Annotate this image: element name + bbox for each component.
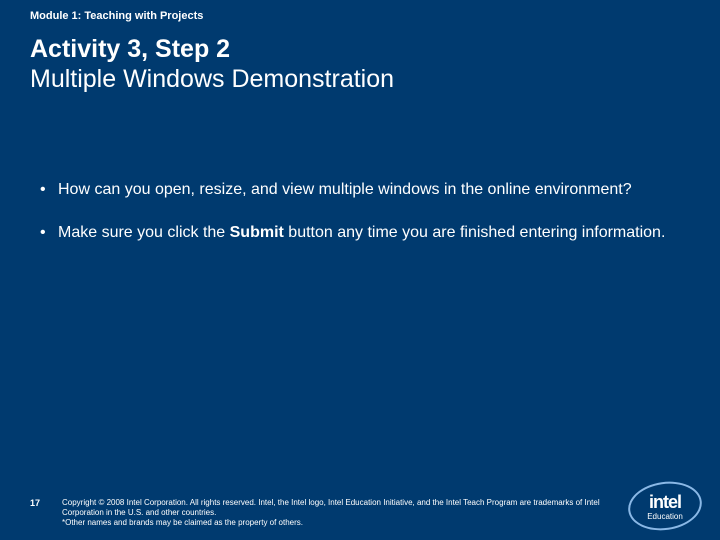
logo-sub-text: Education xyxy=(628,512,702,521)
bullet-text-pre: How can you open, resize, and view multi… xyxy=(58,181,632,198)
copyright-line1: Copyright © 2008 Intel Corporation. All … xyxy=(62,498,600,517)
slide-number: 17 xyxy=(30,498,62,508)
logo-brand-text: intel xyxy=(628,492,702,513)
slide-title: Activity 3, Step 2 Multiple Windows Demo… xyxy=(30,34,690,94)
list-item: • Make sure you click the Submit button … xyxy=(40,223,690,244)
copyright-text: Copyright © 2008 Intel Corporation. All … xyxy=(62,498,610,528)
slide-content: • How can you open, resize, and view mul… xyxy=(40,180,690,266)
slide-footer: 17 Copyright © 2008 Intel Corporation. A… xyxy=(30,498,610,528)
title-activity: Activity 3, Step 2 xyxy=(30,34,690,64)
bullet-text-pre: Make sure you click the xyxy=(58,224,230,241)
intel-education-logo: intel Education xyxy=(628,482,702,530)
bullet-text-bold: Submit xyxy=(230,224,284,241)
bullet-icon: • xyxy=(40,223,58,244)
title-subtitle: Multiple Windows Demonstration xyxy=(30,64,690,94)
bullet-text: Make sure you click the Submit button an… xyxy=(58,223,690,244)
list-item: • How can you open, resize, and view mul… xyxy=(40,180,690,201)
copyright-line2: *Other names and brands may be claimed a… xyxy=(62,518,303,527)
module-header: Module 1: Teaching with Projects xyxy=(30,10,203,22)
bullet-icon: • xyxy=(40,180,58,201)
bullet-text-post: button any time you are finished enterin… xyxy=(284,224,666,241)
bullet-text: How can you open, resize, and view multi… xyxy=(58,180,690,201)
